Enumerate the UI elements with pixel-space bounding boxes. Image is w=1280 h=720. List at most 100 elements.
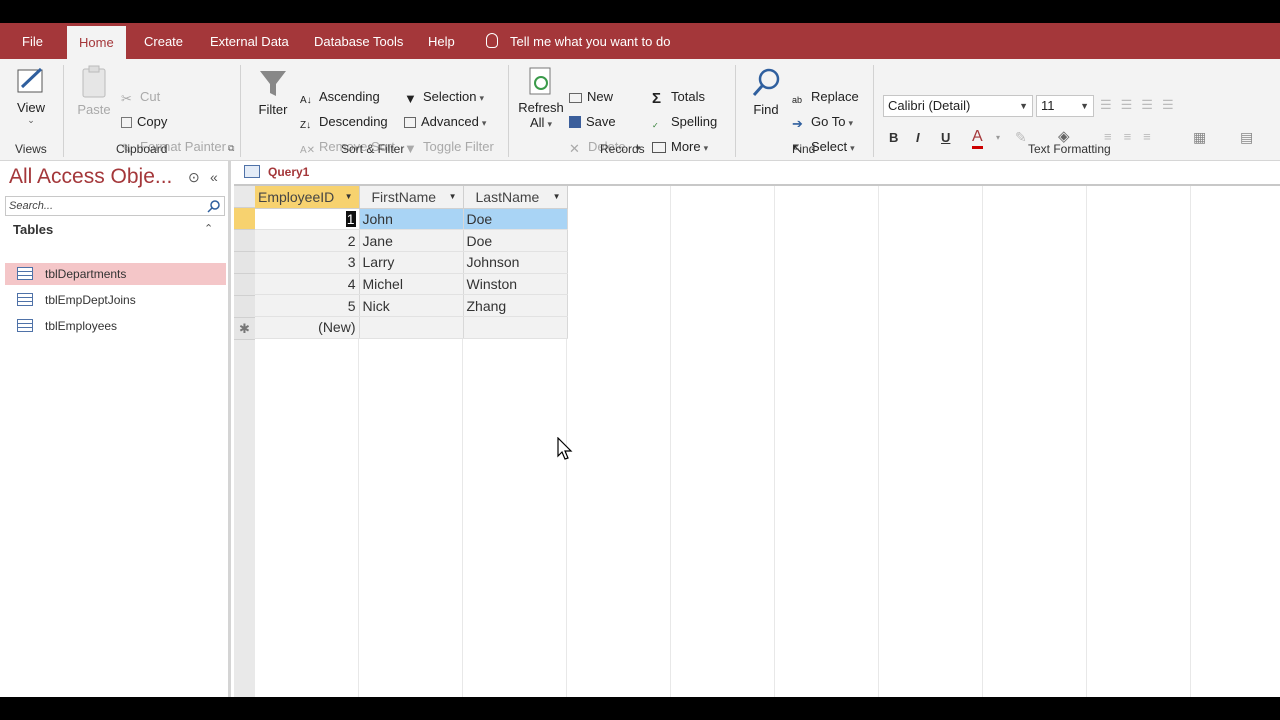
cell-lastname[interactable]: Winston [463, 273, 568, 296]
descending-button[interactable]: Z↓ Descending [300, 112, 388, 132]
record-selector[interactable] [234, 230, 255, 252]
column-header-lastname[interactable]: LastName ▼ [463, 186, 568, 209]
go-to-button[interactable]: ➔ Go To ▾ [792, 112, 853, 132]
remove-sort-icon: A✕ [300, 145, 316, 156]
find-label: Find [753, 102, 779, 117]
nav-search-input[interactable]: Search... [5, 196, 225, 216]
tell-me-box[interactable]: Tell me what you want to do [486, 23, 670, 59]
more-button[interactable]: More ▾ [652, 137, 708, 157]
refresh-all-button[interactable]: Refresh All ▾ [518, 65, 564, 130]
navigation-pane: All Access Obje... ⊙ « Search... Tables … [0, 161, 231, 697]
replace-button[interactable]: ab Replace [792, 87, 859, 107]
cell-firstname[interactable]: Larry [359, 251, 464, 274]
nav-dropdown-icon[interactable]: ⊙ [188, 169, 200, 186]
view-button[interactable]: View ⌄ [14, 65, 48, 126]
chevron-down-icon[interactable]: ▼ [449, 192, 457, 201]
sort-descending-icon: Z↓ [300, 120, 312, 131]
tab-home[interactable]: Home [67, 26, 126, 59]
gridlines-icon[interactable]: ▦ [1193, 129, 1206, 146]
new-record-button[interactable]: New [569, 87, 613, 107]
record-selector[interactable] [234, 208, 255, 230]
paste-button[interactable]: Paste [76, 65, 112, 117]
cell-lastname[interactable]: Doe [463, 208, 568, 231]
tab-create[interactable]: Create [144, 23, 183, 59]
cell-employeeid[interactable]: 2 [255, 229, 360, 252]
cell-firstname[interactable]: Michel [359, 273, 464, 296]
alt-row-color-icon[interactable]: ▤ [1240, 129, 1253, 146]
collapse-pane-icon[interactable]: « [210, 169, 218, 185]
filter-funnel-icon [260, 71, 286, 96]
cell-firstname-new[interactable] [359, 316, 464, 339]
column-header-firstname[interactable]: FirstName ▼ [359, 186, 464, 209]
highlight-icon: ✎ [1015, 129, 1027, 145]
cell-firstname[interactable]: John [359, 208, 464, 231]
new-record-marker[interactable]: ✱ [234, 318, 255, 340]
cell-employeeid-new[interactable]: (New) [255, 316, 360, 339]
column-header-employeeid[interactable]: EmployeeID ▼ [255, 186, 360, 209]
cell-lastname[interactable]: Doe [463, 229, 568, 252]
replace-icon: ab [792, 95, 803, 105]
chevron-down-icon: ⌄ [27, 115, 35, 125]
save-button[interactable]: Save [569, 112, 616, 132]
chevron-up-icon[interactable]: ⌃ [204, 222, 213, 235]
ascending-button[interactable]: A↓ Ascending [300, 87, 380, 107]
record-selector[interactable] [234, 296, 255, 318]
cell-employeeid[interactable]: 1 [255, 208, 360, 231]
section-header-tables[interactable]: Tables [13, 222, 53, 237]
bold-button[interactable]: B [889, 130, 898, 145]
selection-button[interactable]: ▼ Selection ▾ [404, 87, 484, 107]
font-name-combobox[interactable]: Calibri (Detail) ▼ [883, 95, 1033, 117]
spelling-button[interactable]: ✓ Spelling [652, 112, 717, 132]
select-all-corner[interactable] [234, 186, 255, 208]
nav-pane-title[interactable]: All Access Obje... [9, 165, 172, 189]
advanced-button[interactable]: Advanced ▾ [404, 112, 486, 132]
table-icon [17, 267, 33, 280]
nav-item-tblemployees[interactable]: tblEmployees [5, 315, 226, 337]
dialog-launcher-icon[interactable]: ⧉ [228, 143, 234, 154]
record-selector[interactable] [234, 252, 255, 274]
chevron-down-icon[interactable]: ▼ [553, 192, 561, 201]
record-selector[interactable] [234, 274, 255, 296]
italic-button[interactable]: I [916, 130, 920, 145]
spelling-check-icon: ✓ [652, 121, 659, 130]
tab-file[interactable]: File [22, 23, 43, 59]
font-size-combobox[interactable]: 11 ▼ [1036, 95, 1094, 117]
table-icon [17, 293, 33, 306]
tab-database-tools[interactable]: Database Tools [314, 23, 403, 59]
more-table-icon [652, 142, 666, 153]
tab-external-data[interactable]: External Data [210, 23, 289, 59]
cell-lastname-new[interactable] [463, 316, 568, 339]
group-separator [508, 65, 509, 157]
nav-item-tbldepartments[interactable]: tblDepartments [5, 263, 226, 285]
cell-employeeid[interactable]: 5 [255, 294, 360, 317]
cell-employeeid[interactable]: 3 [255, 251, 360, 274]
search-icon[interactable] [207, 199, 221, 213]
nav-item-label: tblDepartments [45, 267, 127, 281]
font-color-icon[interactable]: A [972, 128, 983, 149]
cell-firstname[interactable]: Nick [359, 294, 464, 317]
toggle-filter-button[interactable]: ▼ Toggle Filter [404, 137, 494, 157]
cell-employeeid[interactable]: 4 [255, 273, 360, 296]
copy-button[interactable]: Copy [121, 112, 167, 132]
group-label-views: Views [15, 142, 47, 156]
tab-query1[interactable]: Query1 [238, 161, 310, 183]
totals-button[interactable]: Σ Totals [652, 87, 705, 107]
lightbulb-icon [486, 33, 498, 48]
underline-button[interactable]: U [941, 130, 950, 145]
find-button[interactable]: Find [748, 67, 784, 117]
cell-lastname[interactable]: Johnson [463, 251, 568, 274]
cut-button[interactable]: ✂ Cut [121, 87, 160, 107]
cell-lastname[interactable]: Zhang [463, 294, 568, 317]
descending-label: Descending [319, 114, 388, 129]
toggle-filter-icon: ▼ [404, 141, 417, 156]
cell-firstname[interactable]: Jane [359, 229, 464, 252]
column-header-label: EmployeeID [258, 188, 335, 205]
chevron-down-icon[interactable]: ▼ [345, 192, 353, 201]
group-label-clipboard: Clipboard [116, 142, 168, 156]
nav-item-tblempdeptjoins[interactable]: tblEmpDeptJoins [5, 289, 226, 311]
table-row: 1 John Doe [255, 208, 568, 231]
column-header-label: LastName [475, 188, 540, 205]
tab-query1-label: Query1 [268, 165, 310, 179]
tab-help[interactable]: Help [428, 23, 455, 59]
filter-button[interactable]: Filter [256, 67, 290, 117]
